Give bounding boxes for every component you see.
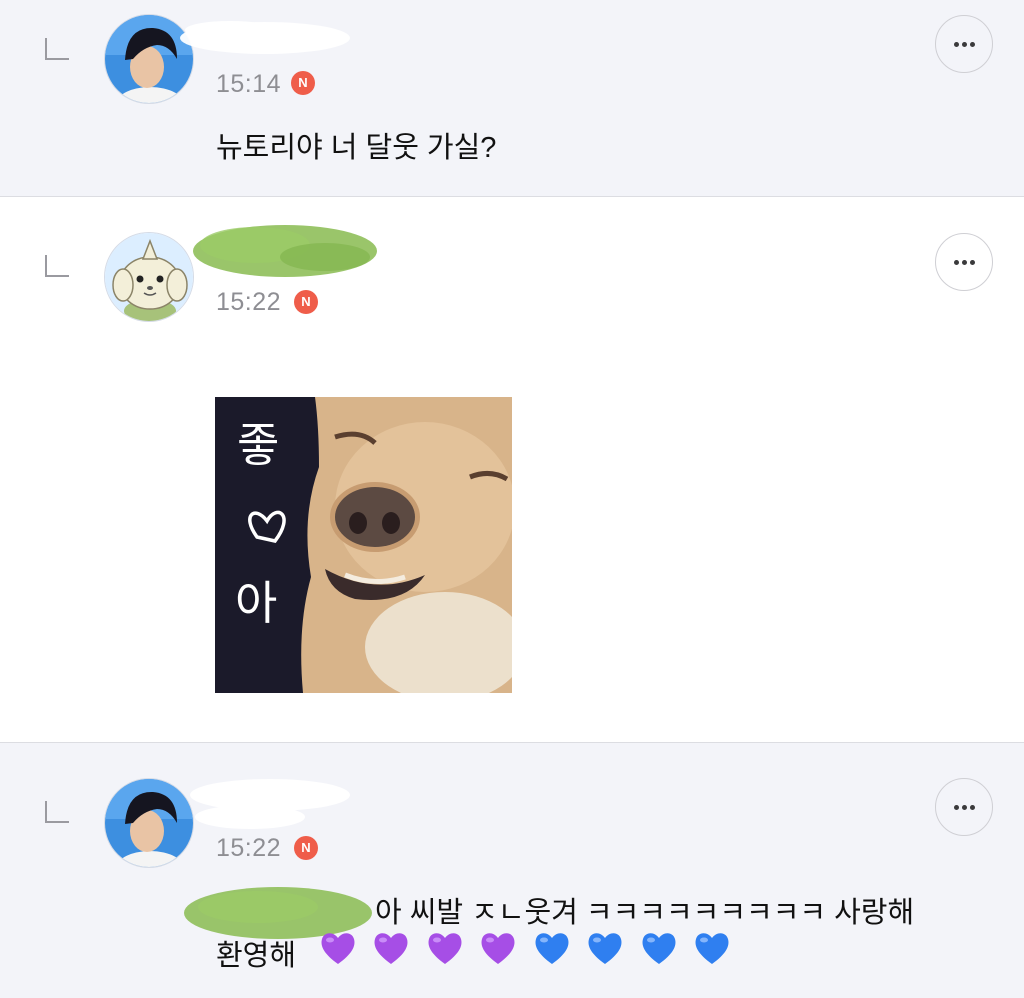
reply-indicator-icon [45, 38, 69, 60]
comment-text-line-2: 환영해 [216, 940, 297, 972]
comment-time: 15:22 [216, 834, 282, 862]
new-badge: N [294, 836, 318, 860]
more-options-button[interactable] [935, 15, 993, 73]
comment-time: 15:14 [216, 70, 282, 98]
reply-indicator-icon [45, 801, 69, 823]
emoji-hearts [318, 928, 741, 972]
comment-1: 15:14 N 뉴토리야 너 달웃 가실? [0, 0, 1024, 196]
more-options-button[interactable] [935, 233, 993, 291]
comment-text-line-1: 아 씨발 ㅈㄴ웃겨 ㅋㅋㅋㅋㅋㅋㅋㅋㅋ 사랑해 [375, 897, 915, 929]
purple-heart-icon [481, 933, 515, 964]
reply-indicator-icon [45, 255, 69, 277]
comment-2: 15:22 N [0, 197, 1024, 742]
purple-heart-icon [374, 933, 408, 964]
blue-heart-icon [642, 933, 676, 964]
purple-heart-icon [321, 933, 355, 964]
sticker-text: 좋 [237, 418, 279, 472]
blue-heart-icon [535, 933, 569, 964]
comment-text: 뉴토리야 너 달웃 가실? [216, 132, 497, 164]
new-badge: N [291, 71, 315, 95]
redacted-username [180, 21, 350, 54]
sticker-text: 아 [235, 576, 277, 630]
comment-time: 15:22 [216, 288, 282, 316]
redacted-username [190, 779, 350, 829]
more-options-button[interactable] [935, 778, 993, 836]
purple-heart-icon [428, 933, 462, 964]
avatar[interactable] [104, 232, 194, 322]
new-badge: N [294, 290, 318, 314]
dog-sticker-image[interactable]: 좋 아 [215, 397, 512, 693]
redacted-username [193, 225, 377, 277]
blue-heart-icon [588, 933, 622, 964]
blue-heart-icon [695, 933, 729, 964]
